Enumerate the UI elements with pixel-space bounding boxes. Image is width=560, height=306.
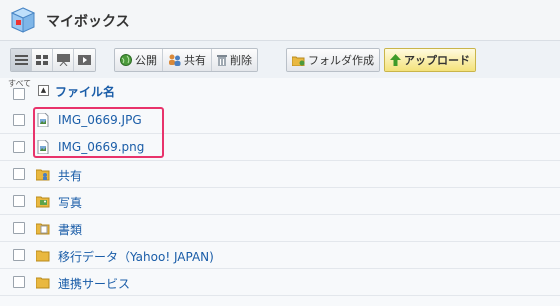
publish-label: 公開 <box>135 54 157 67</box>
list-view-button[interactable] <box>11 49 32 71</box>
play-icon <box>78 55 91 65</box>
delete-button[interactable]: 削除 <box>212 49 257 71</box>
item-name-link[interactable]: 共有 <box>58 167 82 184</box>
trash-icon <box>217 55 227 66</box>
document-folder-icon <box>35 221 50 235</box>
thumbnail-view-icon <box>36 54 48 65</box>
row-checkbox[interactable] <box>13 276 25 288</box>
delete-label: 削除 <box>230 54 252 67</box>
photo-folder-icon <box>35 194 50 208</box>
folder-icon <box>35 248 50 262</box>
item-name-link[interactable]: 移行データ（Yahoo! JAPAN) <box>58 248 214 265</box>
page-title: マイボックス <box>46 14 130 30</box>
folder-row[interactable]: 移行データ（Yahoo! JAPAN) <box>0 242 560 269</box>
shared-folder-icon <box>35 167 50 181</box>
thumbnail-view-button[interactable] <box>32 49 53 71</box>
new-folder-icon <box>292 56 305 66</box>
folder-row[interactable]: 共有 <box>0 161 560 188</box>
upload-group: アップロード <box>384 48 476 72</box>
highlight-box <box>33 107 164 158</box>
new-folder-button[interactable]: フォルダ作成 <box>287 49 379 71</box>
list-header: すべて ▲ ファイル名 <box>0 78 560 102</box>
upload-label: アップロード <box>404 54 470 67</box>
upload-button[interactable]: アップロード <box>385 49 475 71</box>
row-checkbox[interactable] <box>13 249 25 261</box>
folder-row[interactable]: 写真 <box>0 188 560 215</box>
sort-ascending-icon[interactable]: ▲ <box>38 85 49 96</box>
row-checkbox[interactable] <box>13 195 25 207</box>
row-checkbox[interactable] <box>13 114 25 126</box>
item-name-link[interactable]: 写真 <box>58 194 82 211</box>
folder-icon <box>35 275 50 289</box>
item-name-link[interactable]: 連携サービス <box>58 275 130 292</box>
column-header-filename[interactable]: ファイル名 <box>55 83 115 100</box>
slideshow-view-icon <box>56 54 70 66</box>
share-users-icon <box>169 54 181 66</box>
mybox-logo-icon <box>10 7 36 33</box>
slideshow-view-button[interactable] <box>53 49 74 71</box>
share-label: 共有 <box>184 54 206 67</box>
play-button[interactable] <box>74 49 95 71</box>
folder-row[interactable]: 書類 <box>0 215 560 242</box>
row-checkbox[interactable] <box>13 222 25 234</box>
view-switcher <box>10 48 96 72</box>
share-button[interactable]: 共有 <box>163 49 212 71</box>
publish-button[interactable]: 公開 <box>115 49 163 71</box>
globe-icon <box>120 54 132 66</box>
list-view-icon <box>14 55 28 65</box>
folder-row[interactable]: 連携サービス <box>0 269 560 296</box>
row-checkbox[interactable] <box>13 168 25 180</box>
row-checkbox[interactable] <box>13 141 25 153</box>
toolbar: 公開 共有 削除 フォルダ作成 アップロード <box>0 41 560 77</box>
upload-arrow-icon <box>390 54 401 66</box>
new-folder-label: フォルダ作成 <box>308 54 374 67</box>
new-folder-group: フォルダ作成 <box>286 48 380 72</box>
app-header: マイボックス <box>0 0 560 41</box>
item-name-link[interactable]: 書類 <box>58 221 82 238</box>
action-button-group: 公開 共有 削除 <box>114 48 258 72</box>
select-all-checkbox[interactable] <box>13 88 25 100</box>
